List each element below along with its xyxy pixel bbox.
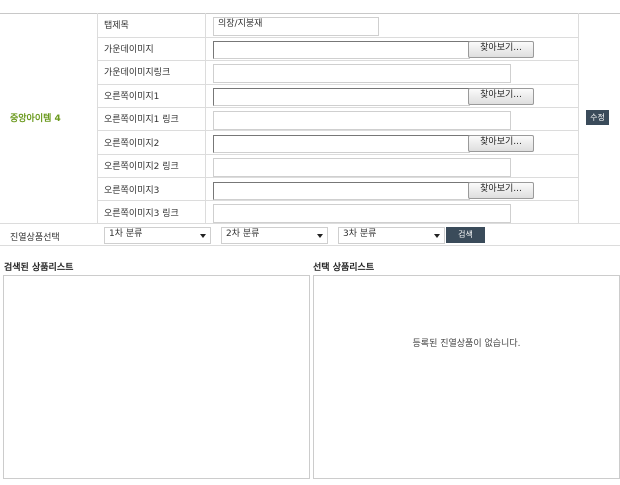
right-image-2-file-input[interactable] [213, 135, 470, 153]
searched-list-title: 검색된 상품리스트 [4, 263, 74, 273]
category-1-select-value: 1차 분류 [109, 229, 143, 239]
chevron-down-icon [317, 234, 323, 238]
right-image-2-link-label: 오른쪽이미지2 링크 [104, 162, 179, 172]
search-button[interactable]: 검색 [446, 227, 485, 243]
center-image-label: 가운데이미지 [104, 45, 154, 55]
right-image-1-link-input[interactable] [213, 111, 511, 130]
searched-product-list[interactable] [3, 275, 310, 479]
item-group-label: 중앙아이템 4 [10, 114, 61, 124]
right-image-1-browse-button[interactable]: 찾아보기... [468, 88, 534, 105]
display-select-label: 진열상품선택 [10, 233, 60, 243]
right-image-3-file-input[interactable] [213, 182, 470, 200]
right-image-3-link-input[interactable] [213, 204, 511, 223]
category-3-select-value: 3차 분류 [343, 229, 377, 239]
right-image-1-file-input[interactable] [213, 88, 470, 106]
edit-button[interactable]: 수정 [586, 110, 609, 125]
empty-list-message: 등록된 진열상품이 없습니다. [412, 339, 521, 349]
center-image-link-input[interactable] [213, 64, 511, 83]
center-image-link-label: 가운데이미지링크 [104, 68, 171, 78]
category-2-select-value: 2차 분류 [226, 229, 260, 239]
category-2-select[interactable]: 2차 분류 [221, 227, 328, 244]
right-image-3-label: 오른쪽이미지3 [104, 186, 160, 196]
center-image-file-input[interactable] [213, 41, 470, 59]
right-image-1-link-label: 오른쪽이미지1 링크 [104, 115, 179, 125]
tab-title-input[interactable]: 의장/지붕재 [213, 17, 379, 36]
selected-list-title: 선택 상품리스트 [313, 263, 375, 273]
category-3-select[interactable]: 3차 분류 [338, 227, 445, 244]
tab-title-label: 탭제목 [104, 21, 129, 31]
center-image-browse-button[interactable]: 찾아보기... [468, 41, 534, 58]
chevron-down-icon [200, 234, 206, 238]
chevron-down-icon [434, 234, 440, 238]
right-image-1-label: 오른쪽이미지1 [104, 92, 160, 102]
right-image-2-label: 오른쪽이미지2 [104, 139, 160, 149]
right-image-3-browse-button[interactable]: 찾아보기... [468, 182, 534, 199]
selected-product-list[interactable]: 등록된 진열상품이 없습니다. [313, 275, 620, 479]
right-image-2-link-input[interactable] [213, 158, 511, 177]
right-image-2-browse-button[interactable]: 찾아보기... [468, 135, 534, 152]
category-1-select[interactable]: 1차 분류 [104, 227, 211, 244]
right-image-3-link-label: 오른쪽이미지3 링크 [104, 209, 179, 219]
